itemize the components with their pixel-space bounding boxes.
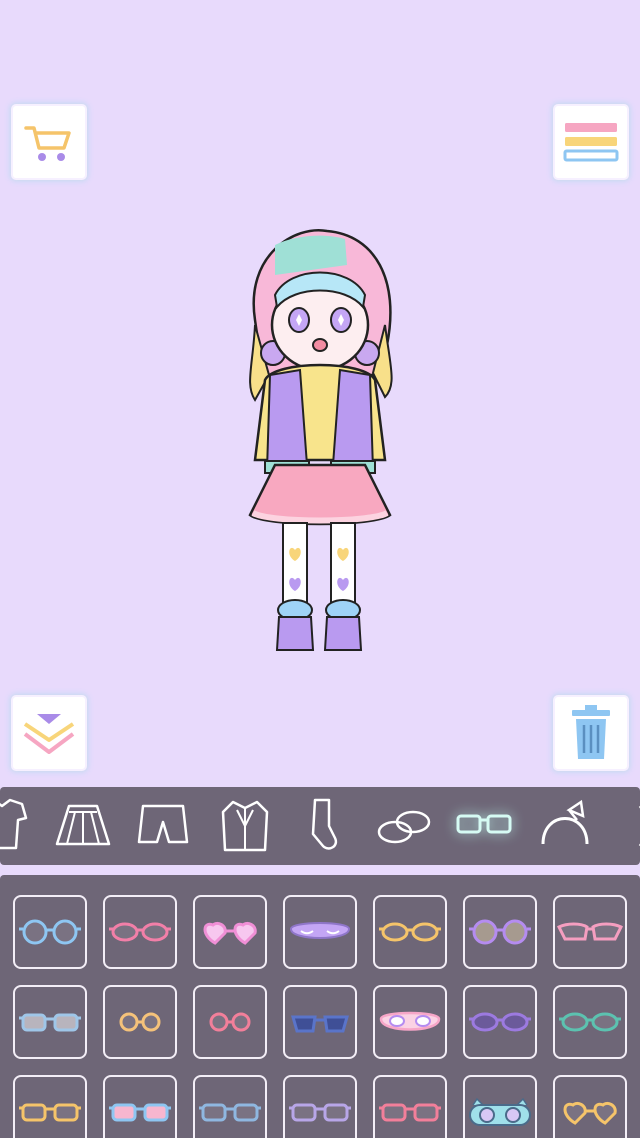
glasses-item[interactable] xyxy=(193,895,267,969)
glasses-item[interactable] xyxy=(373,1075,447,1138)
glasses-item[interactable] xyxy=(283,985,357,1059)
category-tab-socks[interactable] xyxy=(285,787,365,865)
glasses-sleep-mask-icon xyxy=(289,922,351,939)
glasses-item[interactable] xyxy=(13,895,87,969)
category-tab-shorts[interactable] xyxy=(123,787,203,865)
glasses-rect-icon xyxy=(199,1103,261,1122)
glasses-heart-icon xyxy=(563,1101,617,1125)
glasses-item[interactable] xyxy=(193,985,267,1059)
trash-button[interactable] xyxy=(555,697,627,769)
glasses-rect-icon xyxy=(19,1013,81,1032)
glasses-oval-icon xyxy=(109,922,171,942)
socks-icon xyxy=(311,798,338,850)
category-tab-shirt[interactable] xyxy=(0,787,42,865)
glasses-round-small-icon xyxy=(119,1012,161,1032)
glasses-item[interactable] xyxy=(553,985,627,1059)
menu-stripes-icon xyxy=(563,123,619,162)
glasses-round-small-icon xyxy=(209,1012,251,1032)
glasses-item[interactable] xyxy=(553,1075,627,1138)
glasses-rect-icon xyxy=(19,1103,81,1122)
glasses-item[interactable] xyxy=(13,1075,87,1138)
glasses-oval-icon xyxy=(379,922,441,942)
glasses-item[interactable] xyxy=(373,895,447,969)
glasses-item[interactable] xyxy=(463,895,537,969)
glasses-item[interactable] xyxy=(283,1075,357,1138)
chevron-down-icon xyxy=(23,714,75,754)
glasses-item[interactable] xyxy=(13,985,87,1059)
category-tab-skirt[interactable] xyxy=(43,787,123,865)
glasses-heart-icon xyxy=(203,921,257,945)
partial-icon xyxy=(638,806,640,846)
glasses-cat-eye-icon xyxy=(557,922,623,941)
glasses-item[interactable] xyxy=(103,895,177,969)
glasses-oval-icon xyxy=(559,1012,621,1032)
glasses-item[interactable] xyxy=(193,1075,267,1138)
glasses-item[interactable] xyxy=(283,895,357,969)
glasses-icon xyxy=(456,814,512,834)
category-bar xyxy=(0,787,640,865)
glasses-rect-icon xyxy=(109,1103,171,1122)
glasses-eye-mask-icon xyxy=(379,1011,441,1031)
glasses-item[interactable] xyxy=(373,985,447,1059)
jacket-icon xyxy=(221,800,269,852)
trash-icon xyxy=(572,705,610,759)
glasses-rect-icon xyxy=(289,1103,351,1122)
shoes-icon xyxy=(377,810,431,844)
category-tab-more[interactable] xyxy=(610,787,640,865)
menu-button[interactable] xyxy=(555,106,627,178)
glasses-item[interactable] xyxy=(103,985,177,1059)
glasses-item[interactable] xyxy=(103,1075,177,1138)
dressup-stage xyxy=(0,0,640,785)
glasses-item[interactable] xyxy=(463,985,537,1059)
glasses-oval-icon xyxy=(469,1012,531,1032)
glasses-rect-icon xyxy=(379,1103,441,1122)
item-grid xyxy=(0,875,640,1138)
glasses-item[interactable] xyxy=(463,1075,537,1138)
category-tab-shoes[interactable] xyxy=(363,787,443,865)
glasses-round-icon xyxy=(469,919,531,945)
shorts-icon xyxy=(137,804,189,844)
glasses-item[interactable] xyxy=(553,895,627,969)
glasses-goggles-icon xyxy=(469,1097,531,1126)
collapse-panel-button[interactable] xyxy=(13,697,85,769)
category-tab-headband[interactable] xyxy=(525,787,605,865)
category-tab-glasses[interactable] xyxy=(444,787,524,865)
glasses-round-icon xyxy=(19,919,81,945)
skirt-icon xyxy=(55,804,111,846)
glasses-sunglasses-icon xyxy=(291,1015,349,1033)
shop-button[interactable] xyxy=(13,106,85,178)
shirt-icon xyxy=(0,798,28,850)
doll-avatar[interactable] xyxy=(235,225,405,660)
headband-icon xyxy=(541,799,589,845)
cart-icon xyxy=(24,126,71,161)
category-tab-outerwear[interactable] xyxy=(205,787,285,865)
